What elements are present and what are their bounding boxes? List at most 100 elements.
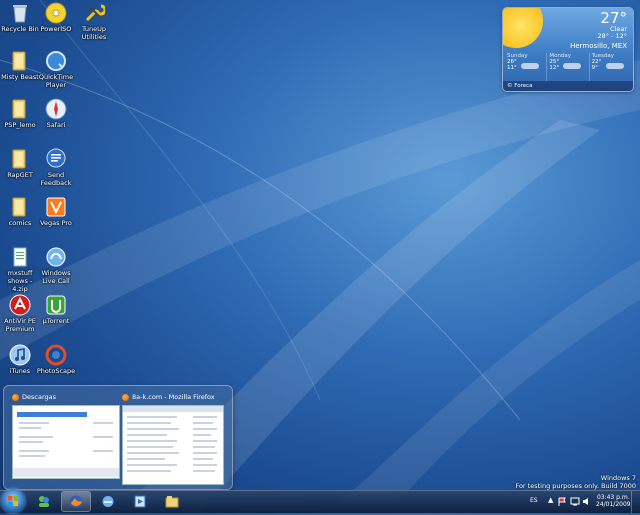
icon-label: Safari	[46, 121, 66, 129]
firefox-icon	[70, 495, 82, 508]
taskbar-button-ie[interactable]	[94, 492, 122, 511]
weather-gadget[interactable]: 27° Clear 28° - 12° Hermosillo, MEX Sund…	[503, 8, 633, 91]
vegas-icon	[46, 197, 66, 217]
tuneup-icon	[85, 4, 105, 22]
icon-label: comics	[8, 219, 32, 227]
cloud-icon	[563, 63, 582, 69]
sun-icon	[503, 8, 543, 48]
downloads-thumbnail	[12, 405, 120, 479]
show-desktop-button[interactable]	[631, 491, 640, 513]
itunes-shortcut[interactable]: iTunes	[0, 344, 40, 390]
icon-label: mxstuff shows - 4.zip	[7, 269, 33, 293]
icon-label: iTunes	[9, 367, 31, 375]
watermark-build: For testing purposes only. Build 7000	[515, 482, 636, 490]
folder-icon	[12, 197, 26, 217]
utorrent-icon	[46, 295, 66, 315]
language-indicator[interactable]: ES	[530, 497, 538, 504]
vegas-pro-shortcut[interactable]: Vegas Pro	[36, 196, 76, 242]
temperature-range: 28° - 12°	[597, 32, 627, 40]
forecast-day-name: Monday	[549, 53, 572, 59]
windows-logo-icon	[8, 496, 18, 506]
preview-window-firefox[interactable]: 8a-k.com - Mozilla Firefox	[122, 392, 226, 485]
weather-city: Hermosillo, MEX	[570, 42, 627, 50]
safari-shortcut[interactable]: Safari	[36, 98, 76, 144]
poweriso-icon	[45, 2, 67, 24]
firefox-icon	[12, 393, 19, 401]
windows-live-call-shortcut[interactable]: Windows Live Call	[36, 246, 76, 292]
icon-label: Send Feedback	[40, 171, 72, 187]
psp-lemo-folder[interactable]: PSP_lemo	[0, 98, 40, 144]
antivir-shortcut[interactable]: AntiVir PE Premium	[0, 294, 40, 340]
weather-footer[interactable]: © Foreca	[503, 81, 633, 91]
icon-label: Recycle Bin	[1, 25, 39, 33]
icon-label: Windows Live Call	[41, 269, 71, 285]
poweriso-shortcut[interactable]: PowerISO	[36, 2, 76, 48]
messenger-icon	[39, 496, 49, 507]
icon-label: Misty Beast	[1, 73, 39, 81]
volume-icon[interactable]	[582, 497, 591, 506]
build-watermark: Windows 7 For testing purposes only. Bui…	[515, 474, 636, 490]
icon-label: AntiVir PE Premium	[4, 317, 36, 333]
comics-folder[interactable]: comics	[0, 196, 40, 242]
preview-title-text: 8a-k.com - Mozilla Firefox	[132, 393, 215, 401]
forecast-day: Sunday 26° 11°	[505, 53, 546, 81]
action-center-flag-icon[interactable]	[558, 497, 567, 506]
media-player-icon	[134, 495, 146, 508]
icon-label: Vegas Pro	[40, 219, 72, 227]
photoscape-shortcut[interactable]: PhotoScape	[36, 344, 76, 390]
quicktime-icon	[46, 51, 66, 71]
icon-label: PSP_lemo	[4, 121, 36, 129]
weather-condition: Clear 28° - 12°	[597, 26, 627, 40]
folder-icon	[12, 149, 26, 169]
internet-explorer-icon	[102, 496, 114, 507]
taskbar-button-messenger[interactable]	[30, 492, 58, 511]
icon-label: TuneUp Utilities	[81, 25, 107, 41]
weather-forecast: Sunday 26° 11° Monday 25° 12° Tuesday 22…	[505, 53, 631, 81]
clock[interactable]: 03:43 p.m. 24/01/2009	[596, 494, 631, 508]
document-icon	[13, 247, 27, 267]
taskbar-button-firefox[interactable]	[62, 492, 90, 511]
tuneup-shortcut[interactable]: TuneUp Utilities	[74, 2, 114, 48]
safari-icon	[45, 98, 67, 120]
itunes-icon	[9, 344, 31, 366]
mxstuff-zip[interactable]: mxstuff shows - 4.zip	[0, 246, 40, 293]
icon-label: RapGET	[7, 171, 33, 179]
system-tray: ES ▲ 03:43 p.m. 24/01/2009	[530, 491, 640, 513]
firefox-thumbnail	[122, 405, 224, 485]
rapget-folder[interactable]: RapGET	[0, 148, 40, 194]
recycle-bin-shortcut[interactable]: Recycle Bin	[0, 2, 40, 48]
preview-title: 8a-k.com - Mozilla Firefox	[122, 392, 226, 402]
network-icon[interactable]	[570, 497, 580, 506]
cloud-icon	[521, 63, 539, 69]
explorer-icon	[165, 496, 179, 508]
forecast-day-name: Sunday	[507, 53, 528, 59]
icon-label: PhotoScape	[36, 367, 76, 375]
forecast-day: Tuesday 22° 9°	[588, 53, 631, 81]
taskbar-thumbnail-preview: Descargas 8a-k.com - Mozilla Firefox	[4, 386, 232, 489]
folder-icon	[12, 51, 26, 71]
clock-date: 24/01/2009	[596, 501, 631, 508]
folder-icon	[12, 99, 26, 119]
forecast-day: Monday 25° 12°	[546, 53, 588, 81]
antivir-icon	[9, 294, 31, 316]
preview-title-text: Descargas	[22, 393, 57, 401]
taskbar-button-media[interactable]	[126, 492, 154, 511]
preview-title: Descargas	[12, 392, 120, 402]
start-button[interactable]	[1, 489, 25, 513]
icon-label: PowerISO	[40, 25, 72, 33]
taskbar-button-explorer[interactable]	[158, 492, 186, 511]
preview-window-downloads[interactable]: Descargas	[12, 392, 120, 479]
photoscape-icon	[45, 344, 67, 366]
show-hidden-icons-button[interactable]: ▲	[548, 496, 553, 504]
clock-time: 03:43 p.m.	[596, 494, 630, 501]
watermark-os: Windows 7	[600, 474, 636, 482]
misty-beast-folder[interactable]: Misty Beast	[0, 50, 40, 96]
icon-label: µTorrent	[42, 317, 70, 325]
send-feedback-shortcut[interactable]: Send Feedback	[36, 148, 76, 194]
icon-label: QuickTime Player	[38, 73, 74, 89]
feedback-icon	[46, 148, 66, 168]
recycle-bin-icon	[13, 5, 27, 23]
quicktime-shortcut[interactable]: QuickTime Player	[36, 50, 76, 96]
forecast-day-name: Tuesday	[591, 53, 615, 59]
utorrent-shortcut[interactable]: µTorrent	[36, 294, 76, 340]
